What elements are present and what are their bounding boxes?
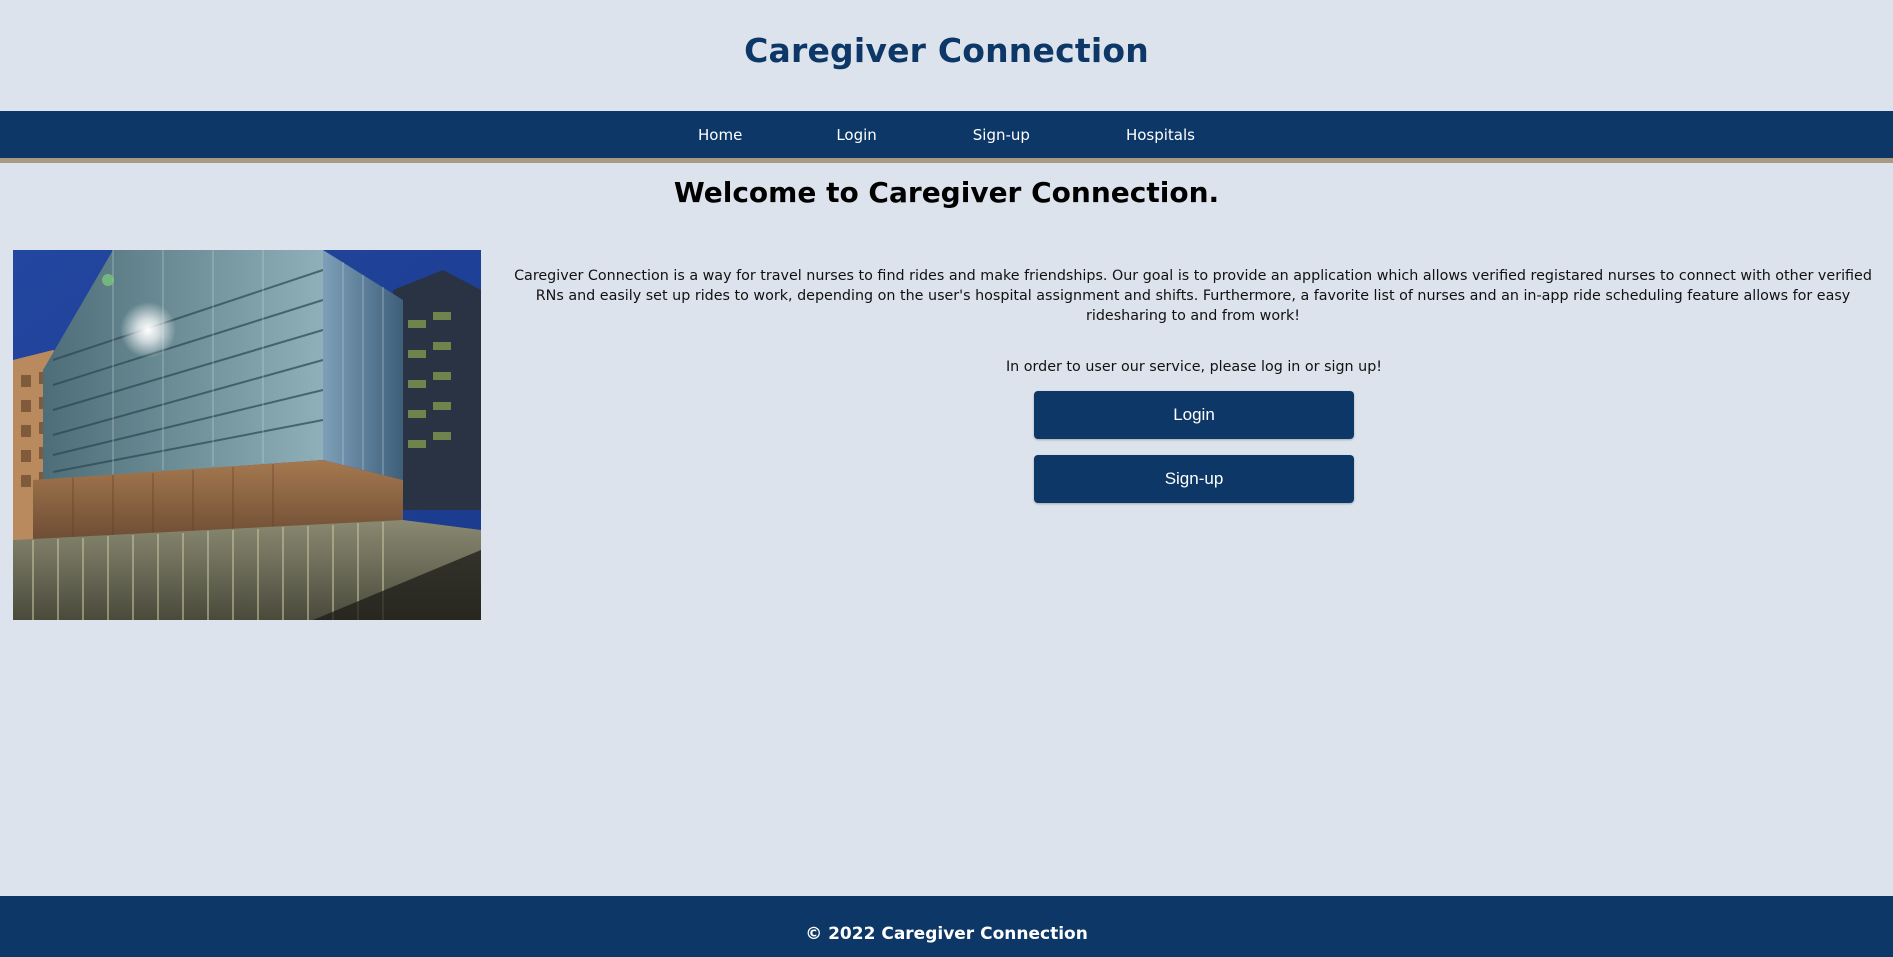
welcome-heading: Welcome to Caregiver Connection. bbox=[673, 176, 1220, 209]
site-footer: © 2022 Caregiver Connection bbox=[0, 896, 1893, 957]
hospital-building-photo bbox=[13, 250, 481, 620]
login-button[interactable]: Login bbox=[1034, 391, 1354, 439]
signup-button[interactable]: Sign-up bbox=[1034, 455, 1354, 503]
nav-link-hospitals[interactable]: Hospitals bbox=[1126, 126, 1195, 144]
nav-link-signup[interactable]: Sign-up bbox=[973, 126, 1030, 144]
nav-link-login[interactable]: Login bbox=[836, 126, 876, 144]
auth-call-to-action: In order to user our service, please log… bbox=[904, 359, 1484, 503]
login-signup-prompt: In order to user our service, please log… bbox=[1005, 359, 1383, 375]
site-header: Caregiver Connection bbox=[0, 0, 1893, 111]
main-navbar: Home Login Sign-up Hospitals bbox=[0, 111, 1893, 163]
intro-paragraph: Caregiver Connection is a way for travel… bbox=[514, 268, 1872, 324]
copyright-text: © 2022 Caregiver Connection bbox=[805, 924, 1088, 944]
nav-link-home[interactable]: Home bbox=[698, 126, 742, 144]
site-title: Caregiver Connection bbox=[744, 31, 1149, 70]
